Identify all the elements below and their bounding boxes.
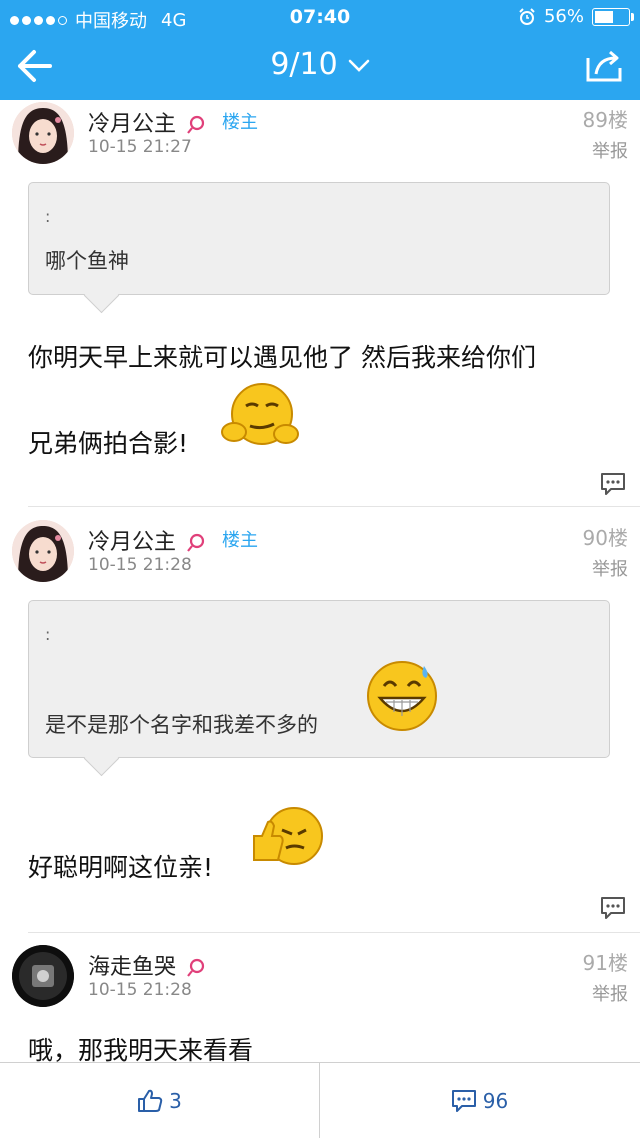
report-button[interactable]: 举报 — [592, 555, 628, 581]
battery-icon — [592, 7, 634, 26]
author-badge: 楼主 — [222, 112, 258, 133]
report-button[interactable]: 举报 — [592, 980, 628, 1006]
post-text-line: 兄弟俩拍合影! — [28, 429, 189, 458]
quote-colon: : — [45, 625, 51, 644]
author-badge: 楼主 — [222, 530, 258, 551]
post-time: 10-15 21:27 — [88, 137, 192, 157]
quote-text: 是不是那个名字和我差不多的 — [45, 713, 318, 737]
female-gender-icon — [187, 533, 205, 552]
thumbs-up-emoji-icon — [253, 807, 323, 865]
quote-box: : 是不是那个名字和我差不多的 — [28, 600, 610, 777]
quote-tail — [83, 277, 120, 314]
status-bar: 中国移动 4G 07:40 56% — [0, 0, 640, 34]
reply-icon[interactable] — [600, 472, 626, 496]
comments-button[interactable]: 96 — [320, 1063, 639, 1138]
username[interactable]: 冷月公主 — [88, 106, 208, 138]
female-gender-icon — [187, 958, 205, 977]
chevron-down-icon — [348, 59, 369, 72]
battery-percent: 56% — [543, 6, 584, 27]
post-text-line: 你明天早上来就可以遇见他了 然后我来给你们 — [28, 343, 536, 372]
alarm-icon — [519, 7, 535, 25]
quote-box: : 哪个鱼神 — [28, 182, 610, 314]
post-time: 10-15 21:28 — [88, 980, 192, 1000]
avatar[interactable] — [12, 520, 74, 582]
reply-icon[interactable] — [600, 896, 626, 920]
avatar[interactable] — [12, 945, 74, 1007]
username[interactable]: 海走鱼哭 — [88, 949, 208, 981]
page-selector[interactable]: 9/10 — [0, 47, 640, 82]
floor-number: 90楼 — [582, 526, 628, 550]
nav-bar: 9/10 — [0, 34, 640, 100]
quote-tail — [83, 740, 120, 777]
share-icon[interactable] — [584, 48, 624, 84]
comment-icon — [451, 1089, 476, 1112]
report-button[interactable]: 举报 — [592, 137, 628, 163]
post-floor-91: 海走鱼哭 10-15 21:28 91楼 举报 哦，那我明天来看看 — [0, 943, 640, 1065]
like-button[interactable]: 3 — [0, 1063, 319, 1138]
laughing-sweat-emoji-icon — [367, 661, 437, 731]
female-gender-icon — [187, 115, 205, 134]
quote-colon: : — [45, 207, 51, 226]
comment-count: 96 — [482, 1088, 509, 1113]
post-floor-90: 冷月公主 楼主 10-15 21:28 90楼 举报 : 是不是那个名字和我差不… — [0, 518, 640, 933]
post-text-line: 好聪明啊这位亲! — [28, 853, 214, 882]
floor-number: 89楼 — [582, 108, 628, 132]
post-divider — [28, 506, 640, 507]
bottom-action-bar: 3 96 — [0, 1062, 640, 1138]
post-floor-89: 冷月公主 楼主 10-15 21:27 89楼 举报 : 哪个鱼神 你明天早上来… — [0, 100, 640, 507]
avatar[interactable] — [12, 102, 74, 164]
post-divider — [28, 932, 640, 933]
thumbs-up-icon — [138, 1089, 163, 1112]
smirk-emoji-icon — [221, 383, 299, 445]
quote-text: 哪个鱼神 — [45, 249, 129, 273]
floor-number: 91楼 — [582, 951, 628, 975]
post-time: 10-15 21:28 — [88, 555, 192, 575]
username[interactable]: 冷月公主 — [88, 524, 208, 556]
like-count: 3 — [169, 1088, 182, 1113]
top-bar: 中国移动 4G 07:40 56% 9/10 — [0, 0, 640, 100]
page-indicator: 9/10 — [270, 47, 338, 82]
